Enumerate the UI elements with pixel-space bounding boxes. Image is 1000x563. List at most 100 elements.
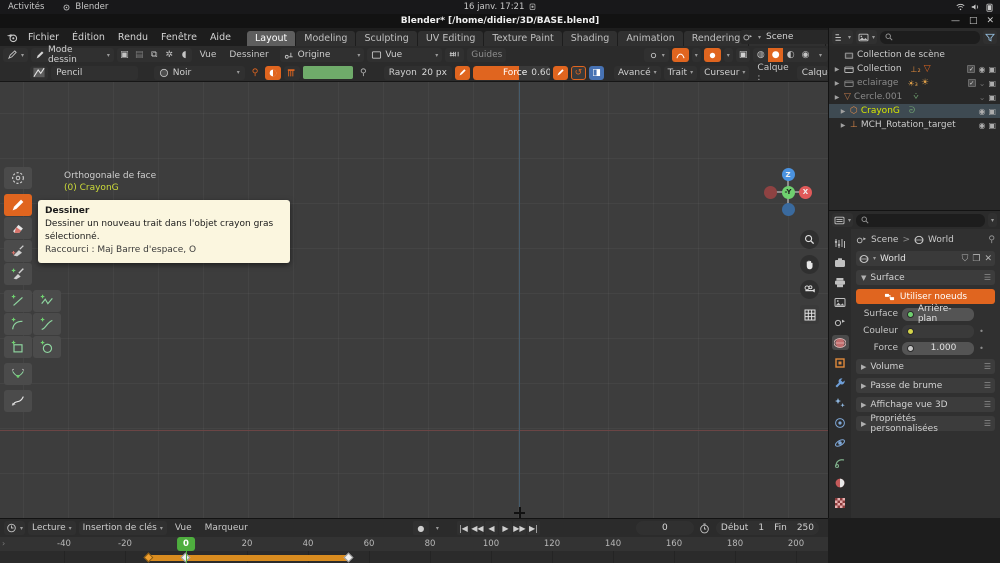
visibility-selector[interactable]: ▾ bbox=[643, 48, 669, 62]
stabilizer-toggle[interactable]: ◨ bbox=[589, 65, 604, 80]
modifier-tab[interactable] bbox=[832, 375, 849, 390]
gizmo-y-axis[interactable]: -Y bbox=[781, 185, 795, 199]
color-pin-icon[interactable]: ⚲ bbox=[356, 66, 371, 80]
expand-arrow-icon[interactable]: ▶ bbox=[839, 122, 847, 129]
particles-tab[interactable] bbox=[832, 415, 849, 430]
onion-skin-icon[interactable]: ◖ bbox=[177, 48, 192, 62]
render-tab[interactable] bbox=[832, 255, 849, 270]
zoom-icon[interactable] bbox=[800, 230, 819, 249]
outliner-search-input[interactable] bbox=[880, 30, 980, 44]
camera-icon[interactable]: ▣ bbox=[988, 121, 996, 130]
jump-start-icon[interactable]: |◀ bbox=[456, 521, 470, 535]
tool-tab[interactable] bbox=[832, 235, 849, 250]
strength-pressure-toggle[interactable] bbox=[552, 65, 568, 80]
light-group-icon[interactable]: ☀ bbox=[921, 78, 929, 88]
timeline-editor-type[interactable]: ▾ bbox=[4, 521, 26, 535]
use-nodes-button[interactable]: Utiliser noeuds bbox=[856, 289, 995, 304]
eye-open-icon[interactable]: ◉ bbox=[978, 121, 985, 130]
line-tool[interactable] bbox=[4, 290, 32, 312]
material-tab[interactable] bbox=[832, 495, 849, 510]
tweak-select-tool[interactable] bbox=[4, 167, 32, 189]
radius-field[interactable]: Rayon 20 px bbox=[383, 65, 452, 80]
record-dot-icon[interactable]: ● bbox=[412, 521, 429, 535]
vertex-color-toggle[interactable] bbox=[265, 65, 282, 80]
output-tab[interactable] bbox=[832, 275, 849, 290]
object-toggle-icon[interactable]: ▣ bbox=[117, 48, 132, 62]
gizmo-dropdown[interactable]: ▾ bbox=[723, 48, 733, 62]
light-icon[interactable]: ☀₃ bbox=[907, 79, 917, 88]
minimize-button[interactable]: — bbox=[951, 16, 960, 26]
prev-keyframe-icon[interactable]: ◀◀ bbox=[470, 521, 484, 535]
grease-pencil-data-icon[interactable]: ᘒ bbox=[909, 106, 915, 116]
menu-fenetre[interactable]: Fenêtre bbox=[155, 30, 203, 45]
layer-field[interactable]: Calque bbox=[796, 65, 828, 80]
outliner-filter-popover[interactable] bbox=[983, 30, 997, 44]
play-reverse-icon[interactable]: ◀ bbox=[484, 521, 498, 535]
properties-search-input[interactable] bbox=[856, 213, 985, 227]
keying-popover[interactable]: Insertion de clés ▾ bbox=[78, 521, 167, 535]
3d-cursor-icon[interactable] bbox=[514, 507, 525, 518]
pivot-selector[interactable]: Origine ▾ bbox=[279, 48, 365, 62]
eye-open-icon[interactable]: ◉ bbox=[978, 65, 985, 74]
polyline-tool[interactable] bbox=[33, 290, 61, 312]
surface-value-field[interactable]: Arrière-plan bbox=[902, 304, 974, 324]
battery-icon[interactable] bbox=[986, 3, 993, 12]
material-shading-icon[interactable]: ◐ bbox=[783, 48, 798, 62]
outliner-filter-id[interactable]: ▾ bbox=[856, 30, 878, 44]
gizmo-neg-x-axis[interactable] bbox=[764, 185, 777, 199]
eye-open-icon[interactable]: ◉ bbox=[978, 107, 985, 116]
expand-arrow-icon[interactable]: ▶ bbox=[839, 108, 847, 115]
mode-selector[interactable]: Mode dessin ▾ bbox=[31, 45, 114, 65]
expand-arrow-icon[interactable]: ▶ bbox=[833, 94, 841, 101]
playhead[interactable]: 0 bbox=[177, 537, 195, 551]
sidebar-toggle-icon[interactable]: › bbox=[2, 539, 5, 548]
erase-tool[interactable] bbox=[4, 217, 32, 239]
physics-tab[interactable] bbox=[832, 435, 849, 450]
stroke-toggle-icon[interactable]: ⧉ bbox=[147, 48, 162, 62]
close-button[interactable]: ✕ bbox=[986, 16, 994, 26]
world-name[interactable]: World bbox=[880, 254, 906, 264]
blender-logo-icon[interactable] bbox=[4, 30, 20, 44]
menu-edition[interactable]: Édition bbox=[66, 30, 111, 45]
camera-icon[interactable]: ▣ bbox=[988, 65, 996, 74]
cursor-popover[interactable]: Curseur ▾ bbox=[700, 65, 750, 80]
expand-arrow-icon[interactable]: ▶ bbox=[833, 66, 841, 73]
brush-color-swatch[interactable] bbox=[303, 66, 354, 79]
outliner-row-collection[interactable]: ▶ Collection ⊥₂ ▽ ✓ ◉ ▣ bbox=[829, 62, 1000, 76]
outliner-row-cercle[interactable]: ▶ ▽ Cercle.001 ⩒ ⌄ ▣ bbox=[829, 90, 1000, 104]
stopwatch-sync-icon[interactable] bbox=[697, 521, 713, 535]
eyedropper-tool[interactable] bbox=[4, 390, 32, 412]
outliner-root-row[interactable]: Collection de scène bbox=[829, 48, 1000, 62]
x-icon[interactable]: ✕ bbox=[984, 254, 992, 264]
outliner-row-crayong[interactable]: ▶ ⬡ CrayonG ᘒ ◉ ▣ bbox=[829, 104, 1000, 118]
tab-animation[interactable]: Animation bbox=[618, 31, 683, 46]
advanced-popover[interactable]: Avancé ▾ bbox=[613, 65, 661, 80]
xray-toggle[interactable] bbox=[671, 48, 689, 62]
eye-closed-icon[interactable]: ⌄ bbox=[979, 79, 986, 88]
radius-pressure-toggle[interactable] bbox=[454, 65, 470, 80]
next-keyframe-icon[interactable]: ▶▶ bbox=[512, 521, 526, 535]
exclude-checkbox[interactable]: ✓ bbox=[967, 79, 976, 87]
orientation-selector[interactable]: Vue ▾ bbox=[367, 48, 443, 62]
menu-vue[interactable]: Vue bbox=[195, 50, 222, 60]
world-id-bar[interactable]: ▾ World ⛉ ❐ ✕ bbox=[856, 251, 995, 266]
guides-button[interactable]: Guides bbox=[467, 48, 507, 62]
panel-mist-pass[interactable]: ▶ Passe de brume ☰ bbox=[856, 378, 995, 393]
wireframe-shading-icon[interactable]: ◍ bbox=[753, 48, 768, 62]
material-selector[interactable]: Noir ▾ bbox=[153, 65, 245, 80]
eraser-toggle[interactable]: ↺ bbox=[570, 65, 587, 80]
breadcrumb-world[interactable]: World bbox=[928, 235, 954, 245]
strength-field[interactable]: Force 0.600 bbox=[472, 65, 550, 80]
outliner-display-mode[interactable]: ▾ bbox=[832, 30, 854, 44]
play-icon[interactable]: ▶ bbox=[498, 521, 512, 535]
snowflake-icon[interactable]: ✲ bbox=[162, 48, 177, 62]
draw-tool[interactable] bbox=[4, 194, 32, 216]
menu-aide[interactable]: Aide bbox=[204, 30, 237, 45]
brush-preview[interactable] bbox=[30, 65, 49, 80]
stroke-popover[interactable]: Trait ▾ bbox=[663, 65, 698, 80]
tab-modeling[interactable]: Modeling bbox=[296, 31, 356, 46]
camera-icon[interactable]: ▣ bbox=[988, 107, 996, 116]
color-value-field[interactable] bbox=[902, 324, 974, 338]
mesh-data-icon[interactable]: ⩒ bbox=[913, 92, 918, 102]
properties-options-popover[interactable]: ▾ bbox=[987, 213, 997, 227]
